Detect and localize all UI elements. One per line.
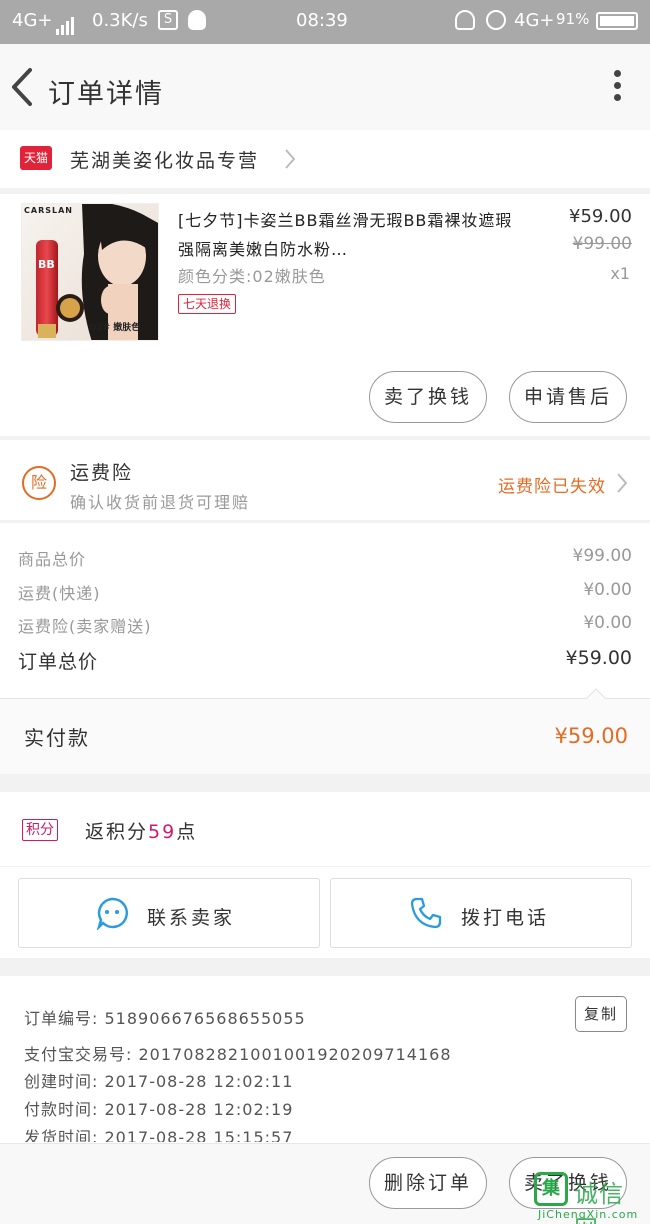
paid-label: 实付款 — [24, 726, 90, 750]
image-shade-label: 02# 嫩肤色 — [90, 323, 141, 333]
alarm-icon — [486, 10, 506, 30]
summary-value: ¥0.00 — [583, 580, 632, 600]
sell-exchange-button[interactable]: 卖了换钱 — [369, 371, 487, 423]
svg-text:BB: BB — [38, 258, 55, 271]
chevron-right-icon — [617, 473, 628, 493]
more-options-icon[interactable] — [612, 70, 622, 104]
contact-seller-button[interactable]: 联系卖家 — [18, 878, 320, 948]
points-number: 59 — [148, 821, 177, 843]
status-bar: 4G+ 0.3K/s S 08:39 4G+ 91% — [0, 0, 650, 44]
chat-bubble-icon — [96, 897, 128, 930]
delete-order-button[interactable]: 删除订单 — [369, 1157, 487, 1209]
insurance-title: 运费险 — [70, 462, 134, 484]
call-phone-label: 拨打电话 — [461, 907, 550, 929]
after-sale-button[interactable]: 申请售后 — [509, 371, 627, 423]
site-watermark: 集 诚信网 JiChengXin.com — [534, 1170, 648, 1224]
insurance-subtitle: 确认收货前退货可理赔 — [70, 493, 251, 512]
product-image[interactable]: BB CARSLAN 02# 嫩肤色 — [21, 203, 159, 341]
summary-value: ¥0.00 — [583, 613, 632, 633]
shop-name[interactable]: 芜湖美姿化妆品专营 — [70, 146, 259, 173]
order-number: 订单编号: 518906676568655055 — [24, 1009, 306, 1028]
network-right: 4G+ — [514, 10, 555, 31]
order-total-label: 订单总价 — [18, 651, 99, 673]
battery-icon — [596, 12, 638, 30]
watermark-logo: 集 — [534, 1172, 568, 1206]
paid-time: 付款时间: 2017-08-28 12:02:19 — [24, 1100, 294, 1119]
image-brand: CARSLAN — [24, 206, 73, 215]
product-title[interactable]: [七夕节]卡姿兰BB霜丝滑无瑕BB霜裸妆遮瑕强隔离美嫩白防水粉… — [178, 206, 518, 264]
mute-icon — [455, 10, 475, 30]
clock: 08:39 — [296, 10, 348, 31]
battery-percent: 91% — [556, 10, 590, 28]
copy-button[interactable]: 复制 — [575, 996, 627, 1032]
order-total-value: ¥59.00 — [565, 647, 632, 669]
product-original-price: ¥99.00 — [572, 234, 632, 254]
alipay-trade-number: 支付宝交易号: 2017082821001001920209714168 — [24, 1045, 452, 1064]
page-title: 订单详情 — [48, 79, 164, 110]
app-header: 订单详情 — [0, 44, 650, 130]
tmall-badge: 天猫 — [20, 146, 52, 170]
points-badge: 积分 — [22, 819, 58, 841]
network-speed: 0.3K/s — [92, 10, 148, 31]
app-s-icon: S — [158, 10, 178, 30]
pointer-notch-icon — [586, 688, 606, 699]
chevron-right-icon — [285, 149, 296, 169]
call-phone-button[interactable]: 拨打电话 — [330, 878, 632, 948]
product-price: ¥59.00 — [569, 206, 632, 227]
points-suffix: 点 — [176, 821, 198, 843]
paid-row — [0, 698, 650, 774]
back-arrow-icon[interactable] — [6, 64, 40, 110]
summary-label: 运费(快递) — [18, 584, 101, 603]
created-time: 创建时间: 2017-08-28 12:02:11 — [24, 1072, 294, 1091]
paid-value: ¥59.00 — [554, 724, 628, 748]
seven-day-return-tag: 七天退换 — [178, 294, 237, 314]
shipped-time: 发货时间: 2017-08-28 15:15:57 — [24, 1128, 294, 1142]
product-sku: 颜色分类:02嫩肤色 — [178, 267, 326, 286]
product-quantity: x1 — [610, 264, 630, 283]
insurance-icon: 险 — [22, 466, 56, 500]
points-text: 返积分59点 — [85, 817, 197, 844]
insurance-status[interactable]: 运费险已失效 — [498, 472, 606, 497]
points-prefix: 返积分 — [85, 821, 149, 843]
summary-label: 商品总价 — [18, 550, 87, 569]
summary-label: 运费险(卖家赠送) — [18, 617, 152, 636]
summary-value: ¥99.00 — [572, 546, 632, 566]
contact-seller-label: 联系卖家 — [147, 907, 236, 929]
watermark-url: JiChengXin.com — [538, 1208, 639, 1221]
qq-icon — [188, 10, 206, 30]
network-left: 4G+ — [12, 10, 53, 31]
signal-icon — [56, 14, 76, 35]
phone-icon — [410, 897, 442, 929]
